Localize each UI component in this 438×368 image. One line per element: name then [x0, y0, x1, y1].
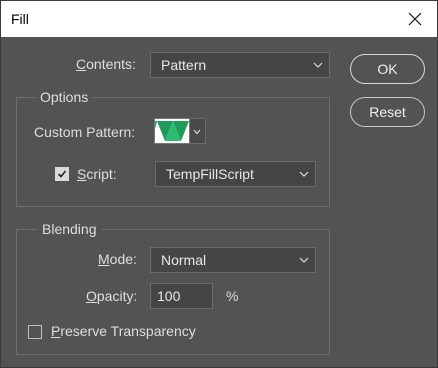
contents-value: Pattern: [161, 57, 207, 73]
options-group-title: Options: [35, 89, 94, 105]
script-checkbox[interactable]: [55, 167, 69, 181]
reset-button[interactable]: Reset: [350, 97, 425, 127]
pattern-picker-button[interactable]: [190, 118, 206, 144]
custom-pattern-label: Custom Pattern:: [34, 124, 136, 140]
mode-label: Mode:: [98, 251, 137, 267]
check-icon: [57, 170, 67, 178]
options-group: [16, 97, 330, 207]
mode-select[interactable]: Normal: [150, 247, 316, 273]
script-select[interactable]: TempFillScript: [155, 161, 316, 187]
preserve-transparency-checkbox[interactable]: [28, 325, 42, 339]
contents-select[interactable]: Pattern: [150, 52, 330, 78]
fill-dialog: Fill Contents: Pattern OK Reset Options …: [0, 0, 438, 368]
window-title: Fill: [11, 11, 29, 27]
script-label: Script:: [77, 166, 117, 182]
close-button[interactable]: [393, 1, 437, 37]
chevron-down-icon: [193, 129, 201, 135]
ok-button[interactable]: OK: [350, 54, 425, 84]
chevron-down-icon: [299, 257, 309, 263]
opacity-unit: %: [226, 288, 239, 304]
title-bar: Fill: [1, 1, 437, 37]
pattern-preview: [155, 119, 189, 143]
mode-value: Normal: [161, 252, 207, 268]
blending-group-title: Blending: [37, 221, 102, 237]
contents-label: Contents:: [76, 56, 136, 72]
chevron-down-icon: [313, 62, 323, 68]
opacity-label: Opacity:: [86, 288, 138, 304]
chevron-down-icon: [299, 171, 309, 177]
script-value: TempFillScript: [166, 166, 254, 182]
preserve-transparency-label: Preserve Transparency: [51, 323, 196, 339]
pattern-swatch[interactable]: [154, 118, 190, 144]
close-icon: [408, 12, 422, 26]
opacity-input[interactable]: 100: [150, 283, 213, 309]
